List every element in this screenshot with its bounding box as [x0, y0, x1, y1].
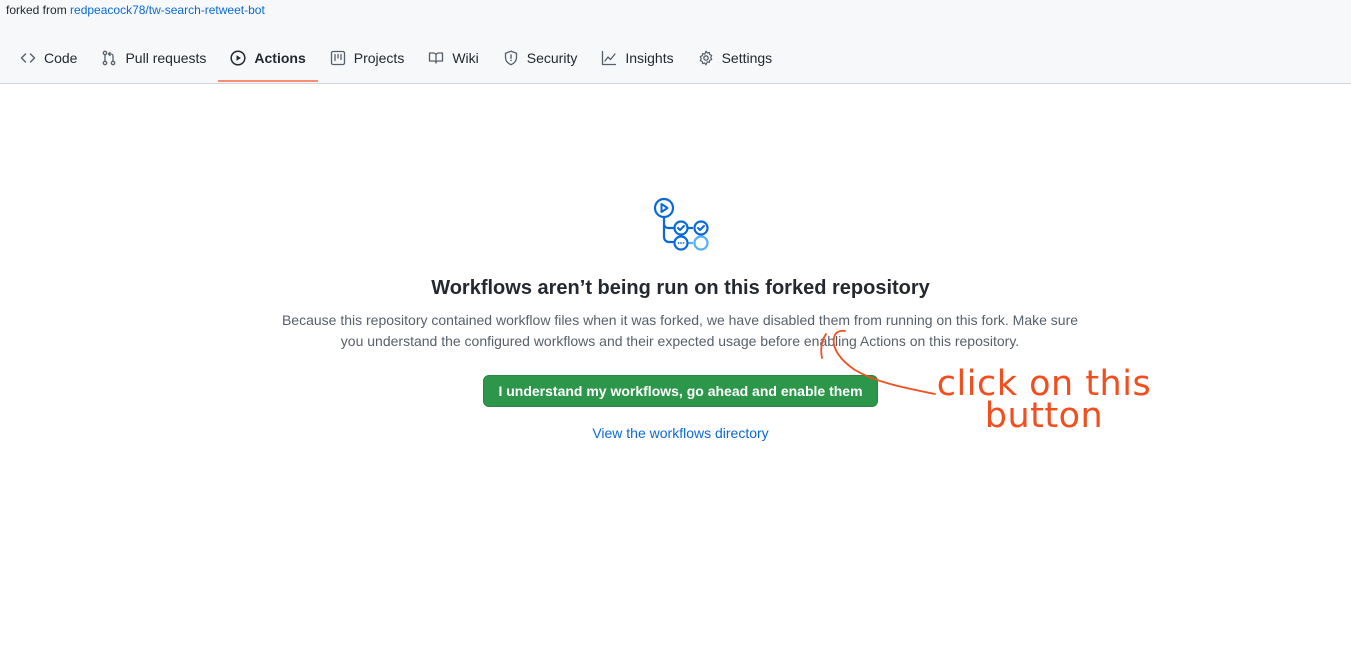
graph-icon — [602, 50, 617, 66]
annotation-line-2: button — [984, 396, 1104, 436]
tab-insights[interactable]: Insights — [589, 36, 685, 82]
code-icon — [20, 53, 36, 63]
tab-wiki[interactable]: Wiki — [416, 36, 490, 82]
project-icon — [330, 50, 345, 66]
tab-code[interactable]: Code — [8, 36, 89, 82]
tab-actions[interactable]: Actions — [218, 36, 318, 82]
tab-wiki-label: Wiki — [452, 50, 479, 66]
forked-repo-link[interactable]: redpeacock78/tw-search-retweet-bot — [70, 3, 265, 17]
repo-header: forked from redpeacock78/tw-search-retwe… — [0, 0, 1351, 84]
forked-from-line: forked from redpeacock78/tw-search-retwe… — [6, 3, 265, 17]
repo-nav-tabs: Code Pull requests Actions Projects Wiki… — [8, 36, 784, 83]
tab-pull-requests[interactable]: Pull requests — [89, 36, 218, 82]
annotation-arrow — [820, 329, 936, 395]
shield-icon — [504, 50, 517, 66]
tab-security-label: Security — [526, 50, 578, 66]
tab-insights-label: Insights — [625, 50, 674, 66]
tab-security[interactable]: Security — [491, 36, 590, 82]
tab-code-label: Code — [44, 50, 78, 66]
play-icon — [230, 50, 246, 66]
tab-settings-label: Settings — [721, 50, 773, 66]
forked-from-prefix: forked from — [6, 3, 67, 17]
book-icon — [429, 52, 444, 64]
git-pull-request-icon — [103, 50, 116, 66]
tab-projects[interactable]: Projects — [318, 36, 417, 82]
tab-settings[interactable]: Settings — [686, 36, 785, 82]
tab-pull-requests-label: Pull requests — [125, 50, 207, 66]
gear-icon — [699, 50, 712, 66]
workflow-icon — [653, 197, 709, 251]
blankslate-title: Workflows aren’t being run on this forke… — [431, 277, 930, 299]
blankslate-description: Because this repository contained workfl… — [281, 312, 1079, 349]
annotation-text: click on this button — [934, 367, 1154, 436]
tab-actions-label: Actions — [254, 50, 306, 66]
tab-projects-label: Projects — [353, 50, 405, 66]
